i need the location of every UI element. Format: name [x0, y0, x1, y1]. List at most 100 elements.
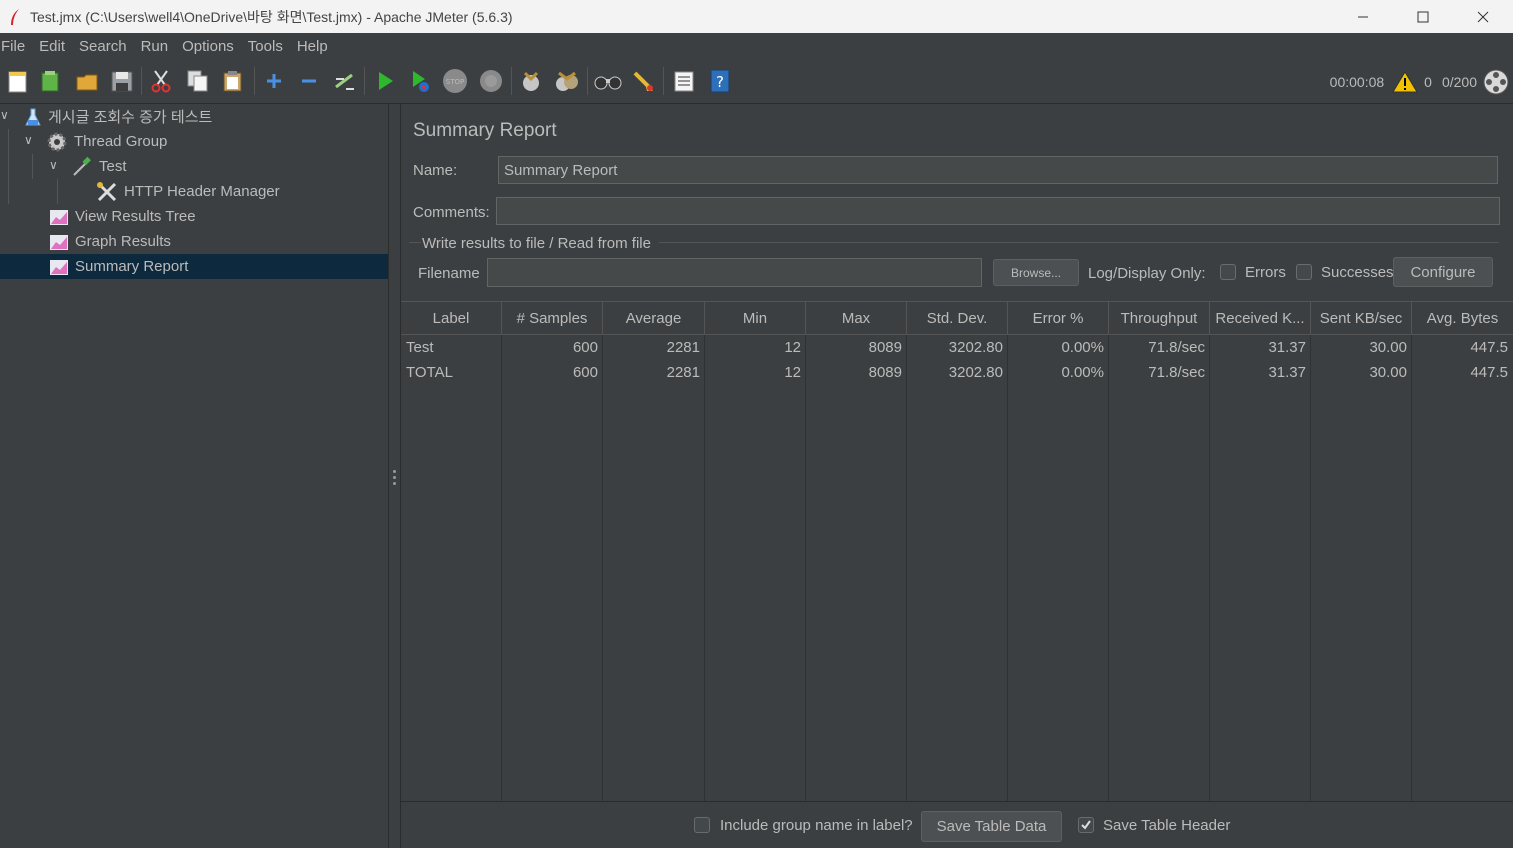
comments-label: Comments: — [413, 204, 490, 221]
tree-node-label: HTTP Header Manager — [124, 183, 280, 200]
maximize-button[interactable] — [1393, 0, 1453, 33]
new-icon[interactable] — [4, 66, 32, 96]
menu-file[interactable]: File — [0, 38, 33, 55]
chevron-down-icon[interactable]: ∨ — [49, 158, 58, 172]
name-field[interactable]: Summary Report — [498, 156, 1498, 184]
menu-edit[interactable]: Edit — [38, 38, 73, 55]
column-header[interactable]: Sent KB/sec — [1311, 302, 1412, 335]
column-header[interactable]: Min — [705, 302, 806, 335]
checkmark-icon — [1081, 820, 1091, 830]
cell-average: 2281 — [666, 339, 700, 356]
expand-icon[interactable] — [260, 66, 288, 96]
column-header[interactable]: Average — [603, 302, 705, 335]
tree-node-graph-results[interactable]: Graph Results — [49, 229, 171, 254]
window-titlebar: Test.jmx (C:\Users\well4\OneDrive\바탕 화면\… — [0, 0, 1513, 33]
column-header[interactable]: Avg. Bytes — [1412, 302, 1513, 335]
log-display-only-label: Log/Display Only: — [1088, 265, 1206, 282]
clear-icon[interactable] — [517, 66, 545, 96]
menu-options[interactable]: Options — [181, 38, 242, 55]
thread-count: 0/200 — [1441, 73, 1477, 90]
tree-node-label: 게시글 조회수 증가 테스트 — [48, 109, 213, 126]
menu-tools[interactable]: Tools — [247, 38, 291, 55]
tree-node-view-results-tree[interactable]: View Results Tree — [49, 204, 196, 229]
tree-node-label: Graph Results — [75, 233, 171, 250]
tree-node-http-header-manager[interactable]: HTTP Header Manager — [96, 179, 280, 204]
stop-icon[interactable]: STOP — [441, 66, 469, 96]
filename-field[interactable] — [487, 258, 982, 287]
cell-max: 8089 — [868, 339, 902, 356]
copy-icon[interactable] — [184, 66, 212, 96]
collapse-icon[interactable] — [295, 66, 323, 96]
close-window-button[interactable] — [1453, 0, 1513, 33]
start-icon[interactable] — [371, 66, 399, 96]
search-icon[interactable] — [594, 66, 622, 96]
errors-label: Errors — [1245, 264, 1286, 281]
table-row[interactable]: Test 600 2281 12 8089 3202.80 0.00% 71.8… — [401, 335, 1513, 360]
window-title: Test.jmx (C:\Users\well4\OneDrive\바탕 화면\… — [30, 8, 513, 25]
cell-min: 12 — [784, 339, 801, 356]
column-header[interactable]: # Samples — [502, 302, 603, 335]
tree-node-summary-report[interactable]: Summary Report — [0, 254, 388, 279]
running-indicator-icon — [1483, 69, 1509, 95]
cell-avg-bytes: 447.5 — [1470, 339, 1508, 356]
tree-node-thread-group[interactable]: ∨ Thread Group — [24, 129, 167, 154]
tree-node-test-plan[interactable]: ∨ 게시글 조회수 증가 테스트 — [0, 104, 212, 129]
column-header[interactable]: Error % — [1008, 302, 1109, 335]
divider-grip — [393, 482, 396, 485]
cell-samples: 600 — [572, 339, 598, 356]
cell-label: Test — [406, 339, 434, 356]
cell-throughput: 71.8/sec — [1148, 339, 1205, 356]
toggle-icon[interactable] — [330, 66, 358, 96]
successes-label: Successes — [1321, 264, 1394, 281]
paste-icon[interactable] — [219, 66, 247, 96]
tools-icon — [96, 181, 118, 203]
tree-node-label: Thread Group — [74, 133, 168, 150]
column-header[interactable]: Max — [806, 302, 907, 335]
divider-grip — [393, 470, 396, 473]
configure-button[interactable]: Configure — [1393, 257, 1493, 287]
column-header[interactable]: Received K... — [1210, 302, 1311, 335]
cell-min: 12 — [784, 364, 801, 381]
include-group-label: Include group name in label? — [720, 817, 913, 834]
bottom-bar: Include group name in label? Save Table … — [401, 801, 1513, 848]
column-header[interactable]: Std. Dev. — [907, 302, 1008, 335]
shutdown-icon[interactable] — [477, 66, 505, 96]
clear-all-icon[interactable] — [553, 66, 581, 96]
cell-throughput: 71.8/sec — [1148, 364, 1205, 381]
table-body — [401, 335, 1513, 801]
chevron-down-icon[interactable]: ∨ — [24, 133, 33, 147]
menu-help[interactable]: Help — [296, 38, 336, 55]
reset-search-icon[interactable] — [629, 66, 657, 96]
cell-sent-kb: 30.00 — [1369, 364, 1407, 381]
start-no-pause-icon[interactable] — [406, 66, 434, 96]
open-icon[interactable] — [73, 66, 101, 96]
successes-checkbox[interactable] — [1296, 264, 1312, 280]
cut-icon[interactable] — [147, 66, 175, 96]
cell-samples: 600 — [572, 364, 598, 381]
tree-node-test-sampler[interactable]: ∨ Test — [49, 154, 127, 179]
jmeter-feather-icon — [0, 0, 30, 33]
column-header[interactable]: Label — [401, 302, 502, 335]
save-table-data-button[interactable]: Save Table Data — [921, 811, 1062, 842]
cell-received-kb: 31.37 — [1268, 339, 1306, 356]
templates-icon[interactable] — [37, 66, 65, 96]
errors-checkbox[interactable] — [1220, 264, 1236, 280]
include-group-checkbox[interactable] — [694, 817, 710, 833]
menu-search[interactable]: Search — [78, 38, 135, 55]
gear-icon — [46, 131, 68, 153]
help-icon[interactable]: ? — [706, 66, 734, 96]
chevron-down-icon[interactable]: ∨ — [0, 108, 9, 122]
save-icon[interactable] — [108, 66, 136, 96]
comments-field[interactable] — [496, 197, 1500, 225]
column-header[interactable]: Throughput — [1109, 302, 1210, 335]
status-area: 00:00:08 0 0/200 — [1330, 59, 1513, 104]
table-row[interactable]: TOTAL 600 2281 12 8089 3202.80 0.00% 71.… — [401, 360, 1513, 385]
browse-button[interactable]: Browse... — [993, 259, 1079, 286]
menu-run[interactable]: Run — [140, 38, 177, 55]
cell-average: 2281 — [666, 364, 700, 381]
minimize-button[interactable] — [1333, 0, 1393, 33]
warning-icon[interactable] — [1392, 70, 1419, 94]
save-table-header-checkbox[interactable] — [1078, 817, 1094, 833]
test-plan-icon — [24, 107, 42, 127]
function-helper-icon[interactable] — [670, 66, 698, 96]
